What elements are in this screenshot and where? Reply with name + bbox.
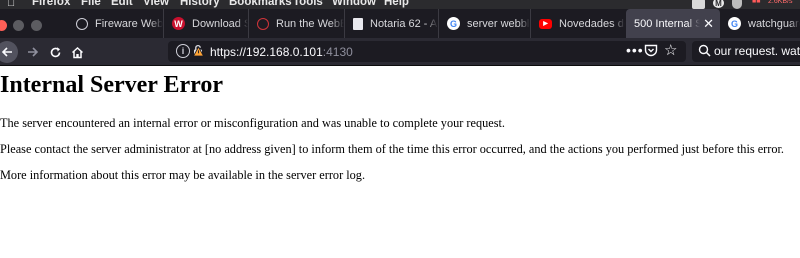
pocket-icon[interactable] xyxy=(644,44,658,62)
tab-label: Notaria 62 - Adm xyxy=(370,17,438,30)
window-close-button[interactable] xyxy=(0,20,7,31)
tab-fireware-web-ui[interactable]: Fireware Web UI xyxy=(68,9,163,38)
error-log-info: More information about this error may be… xyxy=(0,168,366,182)
m-tray-icon[interactable]: M xyxy=(713,0,724,8)
reload-button[interactable] xyxy=(44,41,66,63)
search-icon xyxy=(698,44,711,62)
tab-label: server webblocker xyxy=(467,17,530,30)
tab-label: Run the WebBlocker xyxy=(276,17,344,30)
tab-strip: Fireware Web UI W Download Software Run … xyxy=(0,9,800,38)
google-icon: G xyxy=(447,17,460,30)
google-icon: G xyxy=(728,17,741,30)
network-speed-tray[interactable]: ■■ xyxy=(752,0,760,8)
webblocker-icon xyxy=(257,17,269,30)
address-bar[interactable]: i https://192.168.0.101:4130 ••• ☆ xyxy=(168,41,686,62)
url-port: :4130 xyxy=(322,45,353,59)
tab-watchguard[interactable]: G watchguard Inte xyxy=(720,9,800,38)
page-icon xyxy=(353,17,363,30)
apple-menu-icon[interactable]:  xyxy=(7,0,15,9)
insecure-lock-icon[interactable] xyxy=(192,44,205,62)
tab-label: 500 Internal Server Error xyxy=(634,17,700,30)
navigation-toolbar: i https://192.168.0.101:4130 ••• ☆ our r… xyxy=(0,38,800,66)
tab-server-webblocker[interactable]: G server webblocker xyxy=(438,9,530,38)
search-bar[interactable]: our request. watchg xyxy=(692,41,800,62)
menu-file[interactable]: File xyxy=(81,0,101,8)
menu-edit[interactable]: Edit xyxy=(111,0,133,8)
youtube-icon: ▶ xyxy=(539,18,552,29)
error-contact-admin: Please contact the server administrator … xyxy=(0,142,785,156)
menu-tools[interactable]: Tools xyxy=(293,0,323,8)
menu-bookmarks[interactable]: Bookmarks xyxy=(229,0,292,8)
tab-500-internal-server-error[interactable]: 500 Internal Server Error ✕ xyxy=(626,9,720,38)
bookmark-star-icon[interactable]: ☆ xyxy=(664,41,677,59)
shield-tray-icon[interactable] xyxy=(732,0,742,9)
reload-icon xyxy=(50,46,60,57)
search-input-value: our request. watchg xyxy=(714,44,800,58)
menu-window[interactable]: Window xyxy=(332,0,376,8)
menu-app-firefox[interactable]: Firefox xyxy=(32,0,70,8)
display-tray-icon[interactable] xyxy=(692,0,705,9)
error-description: The server encountered an internal error… xyxy=(0,116,506,130)
tab-label: watchguard Inte xyxy=(748,17,800,30)
tab-label: Fireware Web UI xyxy=(95,17,163,30)
tab-novedades[interactable]: ▶ Novedades de Wi xyxy=(530,9,625,38)
macos-menu-bar:  Firefox File Edit View History Bookmar… xyxy=(0,0,800,9)
forward-arrow-icon xyxy=(28,47,39,57)
back-button[interactable] xyxy=(0,41,18,63)
home-button[interactable] xyxy=(66,41,88,63)
watchguard-icon: W xyxy=(172,17,185,30)
error-heading: Internal Server Error xyxy=(0,72,224,98)
window-zoom-button[interactable] xyxy=(31,20,42,31)
url-text: https://192.168.0.101:4130 xyxy=(210,45,353,59)
tab-label: Download Software xyxy=(192,17,248,30)
back-arrow-icon xyxy=(1,47,12,57)
tab-notaria-62[interactable]: Notaria 62 - Adm xyxy=(344,9,438,38)
menu-view[interactable]: View xyxy=(143,0,169,8)
page-content: Internal Server Error The server encount… xyxy=(0,66,800,258)
firebox-icon xyxy=(76,17,88,30)
tab-label: Novedades de Wi xyxy=(559,17,625,30)
network-speed-text: 2.6KB/s xyxy=(768,0,793,5)
tab-run-the-webblocker[interactable]: Run the WebBlocker xyxy=(248,9,344,38)
site-info-icon[interactable]: i xyxy=(176,44,190,58)
window-minimize-button[interactable] xyxy=(13,20,24,31)
menu-history[interactable]: History xyxy=(180,0,220,8)
url-host: https://192.168.0.101 xyxy=(210,45,323,59)
menu-help[interactable]: Help xyxy=(384,0,409,8)
close-tab-icon[interactable]: ✕ xyxy=(703,16,714,32)
tab-download-software[interactable]: W Download Software xyxy=(163,9,248,38)
home-icon xyxy=(71,46,83,58)
page-actions-menu-icon[interactable]: ••• xyxy=(626,42,644,58)
forward-button[interactable] xyxy=(22,41,44,63)
